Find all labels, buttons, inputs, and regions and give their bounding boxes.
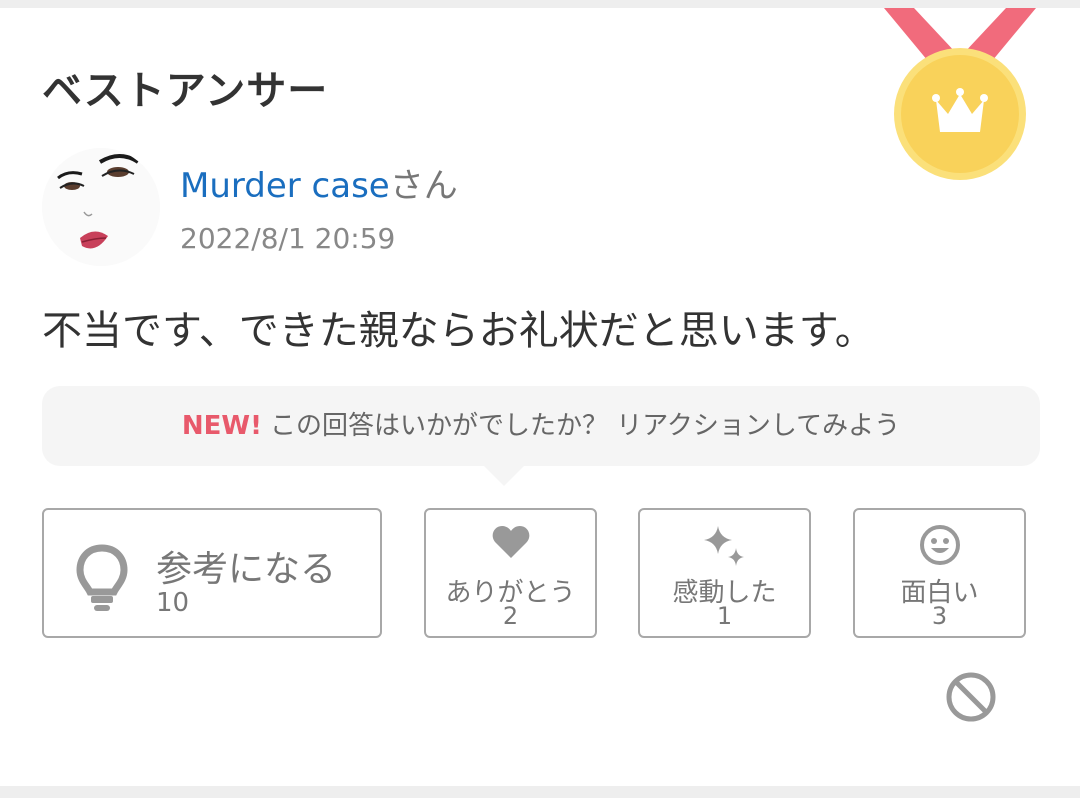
best-answer-card: ベストアンサー Murder caseさん 2022/8/1 20:59 不当で… xyxy=(0,8,1080,786)
reaction-prompt-pointer xyxy=(484,466,524,486)
best-answer-medal-icon xyxy=(884,8,1036,180)
section-title: ベストアンサー xyxy=(42,68,329,114)
reaction-count: 2 xyxy=(502,602,519,630)
reaction-prompt-text: この回答はいかがでしたか？ リアクションしてみよう xyxy=(269,411,901,441)
reaction-count: 3 xyxy=(931,602,948,630)
user-name-suffix: さん xyxy=(389,166,458,206)
answer-date: 2022/8/1 20:59 xyxy=(180,222,396,255)
lightbulb-icon xyxy=(76,544,128,611)
reaction-button-helpful[interactable]: 参考になる 10 xyxy=(42,508,382,638)
new-badge: NEW! xyxy=(181,411,262,441)
reaction-count: 10 xyxy=(156,588,190,618)
smile-icon xyxy=(919,525,960,565)
reaction-label: 参考になる xyxy=(156,549,337,590)
block-icon[interactable] xyxy=(944,670,998,724)
user-name-link[interactable]: Murder case xyxy=(180,166,390,206)
reaction-button-thanks[interactable]: ありがとう 2 xyxy=(424,508,597,638)
heart-icon xyxy=(492,526,529,558)
reaction-button-moved[interactable]: 感動した 1 xyxy=(638,508,811,638)
reaction-prompt: NEW! この回答はいかがでしたか？ リアクションしてみよう xyxy=(42,386,1040,466)
user-name-line: Murder caseさん xyxy=(180,158,458,207)
sparkle-icon xyxy=(703,526,744,566)
answer-text: 不当です、できた親ならお礼状だと思います。 xyxy=(42,308,875,354)
avatar[interactable] xyxy=(42,148,160,266)
avatar-image xyxy=(42,148,160,266)
reaction-button-funny[interactable]: 面白い 3 xyxy=(853,508,1026,638)
reaction-count: 1 xyxy=(716,602,733,630)
